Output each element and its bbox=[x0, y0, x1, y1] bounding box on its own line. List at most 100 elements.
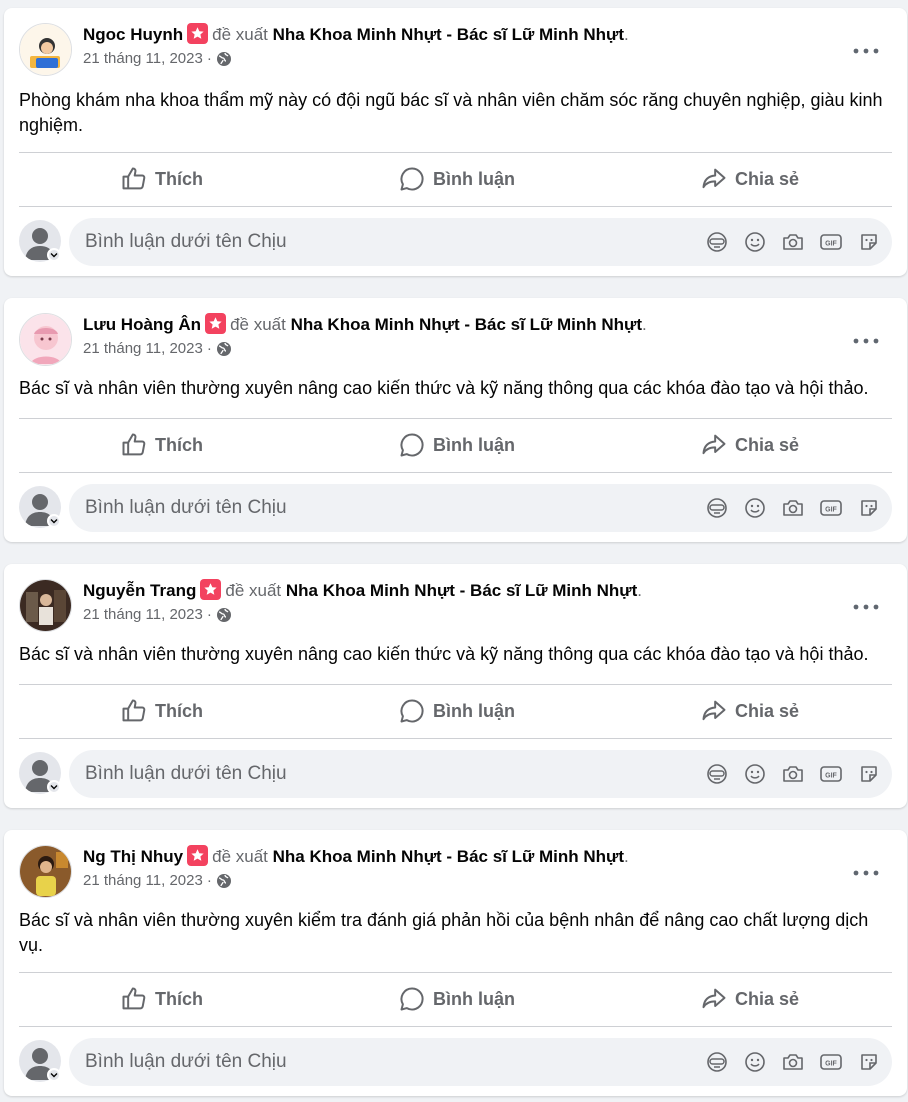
recommendation-line: Nguyễn Trang đề xuất Nha Khoa Minh Nhựt -… bbox=[83, 579, 852, 602]
page-name[interactable]: Nha Khoa Minh Nhựt - Bác sĩ Lữ Minh Nhựt bbox=[286, 581, 637, 600]
recommend-verb: đề xuất bbox=[225, 581, 282, 600]
emoji-icon[interactable] bbox=[742, 230, 768, 254]
period: . bbox=[624, 847, 629, 866]
share-button[interactable]: Chia sẻ bbox=[699, 419, 799, 471]
sticker-icon[interactable] bbox=[856, 762, 882, 786]
camera-icon[interactable] bbox=[780, 762, 806, 786]
emoji-icon[interactable] bbox=[742, 1050, 768, 1074]
comment-box[interactable]: GIF bbox=[69, 218, 892, 266]
svg-text:GIF: GIF bbox=[825, 773, 837, 780]
gif-icon[interactable]: GIF bbox=[818, 496, 844, 520]
emoji-icon[interactable] bbox=[742, 496, 768, 520]
avatar[interactable] bbox=[19, 23, 72, 76]
share-arrow-icon bbox=[702, 700, 726, 721]
share-button[interactable]: Chia sẻ bbox=[699, 153, 799, 205]
author-name[interactable]: Ng Thị Nhuy bbox=[83, 847, 183, 866]
post-text: Bác sĩ và nhân viên thường xuyên kiểm tr… bbox=[19, 910, 869, 955]
gif-icon[interactable]: GIF bbox=[818, 1050, 844, 1074]
gif-icon[interactable]: GIF bbox=[818, 762, 844, 786]
comment-input[interactable] bbox=[85, 218, 645, 266]
divider bbox=[19, 472, 892, 473]
page-name[interactable]: Nha Khoa Minh Nhựt - Bác sĩ Lữ Minh Nhựt bbox=[291, 315, 642, 334]
comment-label: Bình luận bbox=[433, 434, 515, 455]
chevron-down-icon[interactable] bbox=[47, 514, 61, 528]
recommend-star-icon bbox=[187, 845, 209, 866]
more-options-icon[interactable] bbox=[848, 39, 884, 63]
comment-composer: GIF bbox=[19, 1038, 892, 1086]
like-button[interactable]: Thích bbox=[119, 419, 203, 471]
author-name[interactable]: Lưu Hoàng Ân bbox=[83, 315, 201, 334]
post-text: Bác sĩ và nhân viên thường xuyên nâng ca… bbox=[19, 644, 869, 664]
divider bbox=[19, 738, 892, 739]
comment-button[interactable]: Bình luận bbox=[397, 685, 515, 737]
chevron-down-icon[interactable] bbox=[47, 1068, 61, 1082]
separator: · bbox=[206, 50, 212, 67]
post-subline: 21 tháng 11, 2023 · bbox=[83, 606, 852, 623]
comment-tools: GIF bbox=[704, 496, 882, 520]
post-meta: Lưu Hoàng Ân đề xuất Nha Khoa Minh Nhựt -… bbox=[83, 313, 852, 357]
share-button[interactable]: Chia sẻ bbox=[699, 973, 799, 1025]
comment-button[interactable]: Bình luận bbox=[397, 973, 515, 1025]
recommendation-line: Ng Thị Nhuy đề xuất Nha Khoa Minh Nhựt - … bbox=[83, 845, 852, 868]
camera-icon[interactable] bbox=[780, 230, 806, 254]
post-date[interactable]: 21 tháng 11, 2023 bbox=[83, 340, 203, 357]
sticker-icon[interactable] bbox=[856, 496, 882, 520]
comment-input[interactable] bbox=[85, 484, 645, 532]
post-subline: 21 tháng 11, 2023 · bbox=[83, 50, 852, 67]
page-name[interactable]: Nha Khoa Minh Nhựt - Bác sĩ Lữ Minh Nhựt bbox=[273, 25, 624, 44]
recommend-verb: đề xuất bbox=[212, 25, 268, 44]
avatar[interactable] bbox=[19, 313, 72, 366]
author-name[interactable]: Nguyễn Trang bbox=[83, 581, 196, 600]
avatar[interactable] bbox=[19, 845, 72, 898]
like-button[interactable]: Thích bbox=[119, 685, 203, 737]
share-arrow-icon bbox=[702, 434, 726, 455]
comment-composer: GIF bbox=[19, 750, 892, 798]
emoji-icon[interactable] bbox=[742, 762, 768, 786]
more-options-icon[interactable] bbox=[848, 861, 884, 885]
comment-box[interactable]: GIF bbox=[69, 750, 892, 798]
more-options-icon[interactable] bbox=[848, 329, 884, 353]
post-actions: Thích Bình luận Chia sẻ bbox=[19, 685, 892, 737]
svg-text:GIF: GIF bbox=[825, 507, 837, 514]
comment-input[interactable] bbox=[85, 1038, 645, 1086]
gif-icon[interactable]: GIF bbox=[818, 230, 844, 254]
camera-icon[interactable] bbox=[780, 496, 806, 520]
post-meta: Ng Thị Nhuy đề xuất Nha Khoa Minh Nhựt - … bbox=[83, 845, 852, 889]
like-button[interactable]: Thích bbox=[119, 973, 203, 1025]
share-arrow-icon bbox=[702, 168, 726, 189]
chevron-down-icon[interactable] bbox=[47, 248, 61, 262]
avatar-sticker-icon[interactable] bbox=[704, 496, 730, 520]
avatar-sticker-icon[interactable] bbox=[704, 230, 730, 254]
author-name[interactable]: Ngoc Huynh bbox=[83, 25, 183, 44]
more-options-icon[interactable] bbox=[848, 595, 884, 619]
thumbs-up-icon bbox=[122, 987, 146, 1010]
globe-icon bbox=[216, 873, 231, 888]
post-header: Ngoc Huynh đề xuất Nha Khoa Minh Nhựt - B… bbox=[19, 23, 892, 79]
post-date[interactable]: 21 tháng 11, 2023 bbox=[83, 50, 203, 67]
comment-button[interactable]: Bình luận bbox=[397, 153, 515, 205]
post-header: Nguyễn Trang đề xuất Nha Khoa Minh Nhựt -… bbox=[19, 579, 892, 635]
like-button[interactable]: Thích bbox=[119, 153, 203, 205]
post-date[interactable]: 21 tháng 11, 2023 bbox=[83, 606, 203, 623]
chevron-down-icon[interactable] bbox=[47, 780, 61, 794]
post-actions: Thích Bình luận Chia sẻ bbox=[19, 419, 892, 471]
sticker-icon[interactable] bbox=[856, 230, 882, 254]
recommend-verb: đề xuất bbox=[212, 847, 268, 866]
comment-input[interactable] bbox=[85, 750, 645, 798]
camera-icon[interactable] bbox=[780, 1050, 806, 1074]
avatar[interactable] bbox=[19, 579, 72, 632]
avatar-sticker-icon[interactable] bbox=[704, 762, 730, 786]
share-button[interactable]: Chia sẻ bbox=[699, 685, 799, 737]
post-date[interactable]: 21 tháng 11, 2023 bbox=[83, 872, 203, 889]
comment-box[interactable]: GIF bbox=[69, 1038, 892, 1086]
post-card: Nguyễn Trang đề xuất Nha Khoa Minh Nhựt -… bbox=[4, 564, 907, 808]
post-text: Bác sĩ và nhân viên thường xuyên nâng ca… bbox=[19, 378, 869, 398]
share-label: Chia sẻ bbox=[735, 168, 800, 189]
thumbs-up-icon bbox=[122, 699, 146, 722]
avatar-sticker-icon[interactable] bbox=[704, 1050, 730, 1074]
sticker-icon[interactable] bbox=[856, 1050, 882, 1074]
comment-button[interactable]: Bình luận bbox=[397, 419, 515, 471]
comment-box[interactable]: GIF bbox=[69, 484, 892, 532]
post-subline: 21 tháng 11, 2023 · bbox=[83, 340, 852, 357]
page-name[interactable]: Nha Khoa Minh Nhựt - Bác sĩ Lữ Minh Nhựt bbox=[273, 847, 624, 866]
